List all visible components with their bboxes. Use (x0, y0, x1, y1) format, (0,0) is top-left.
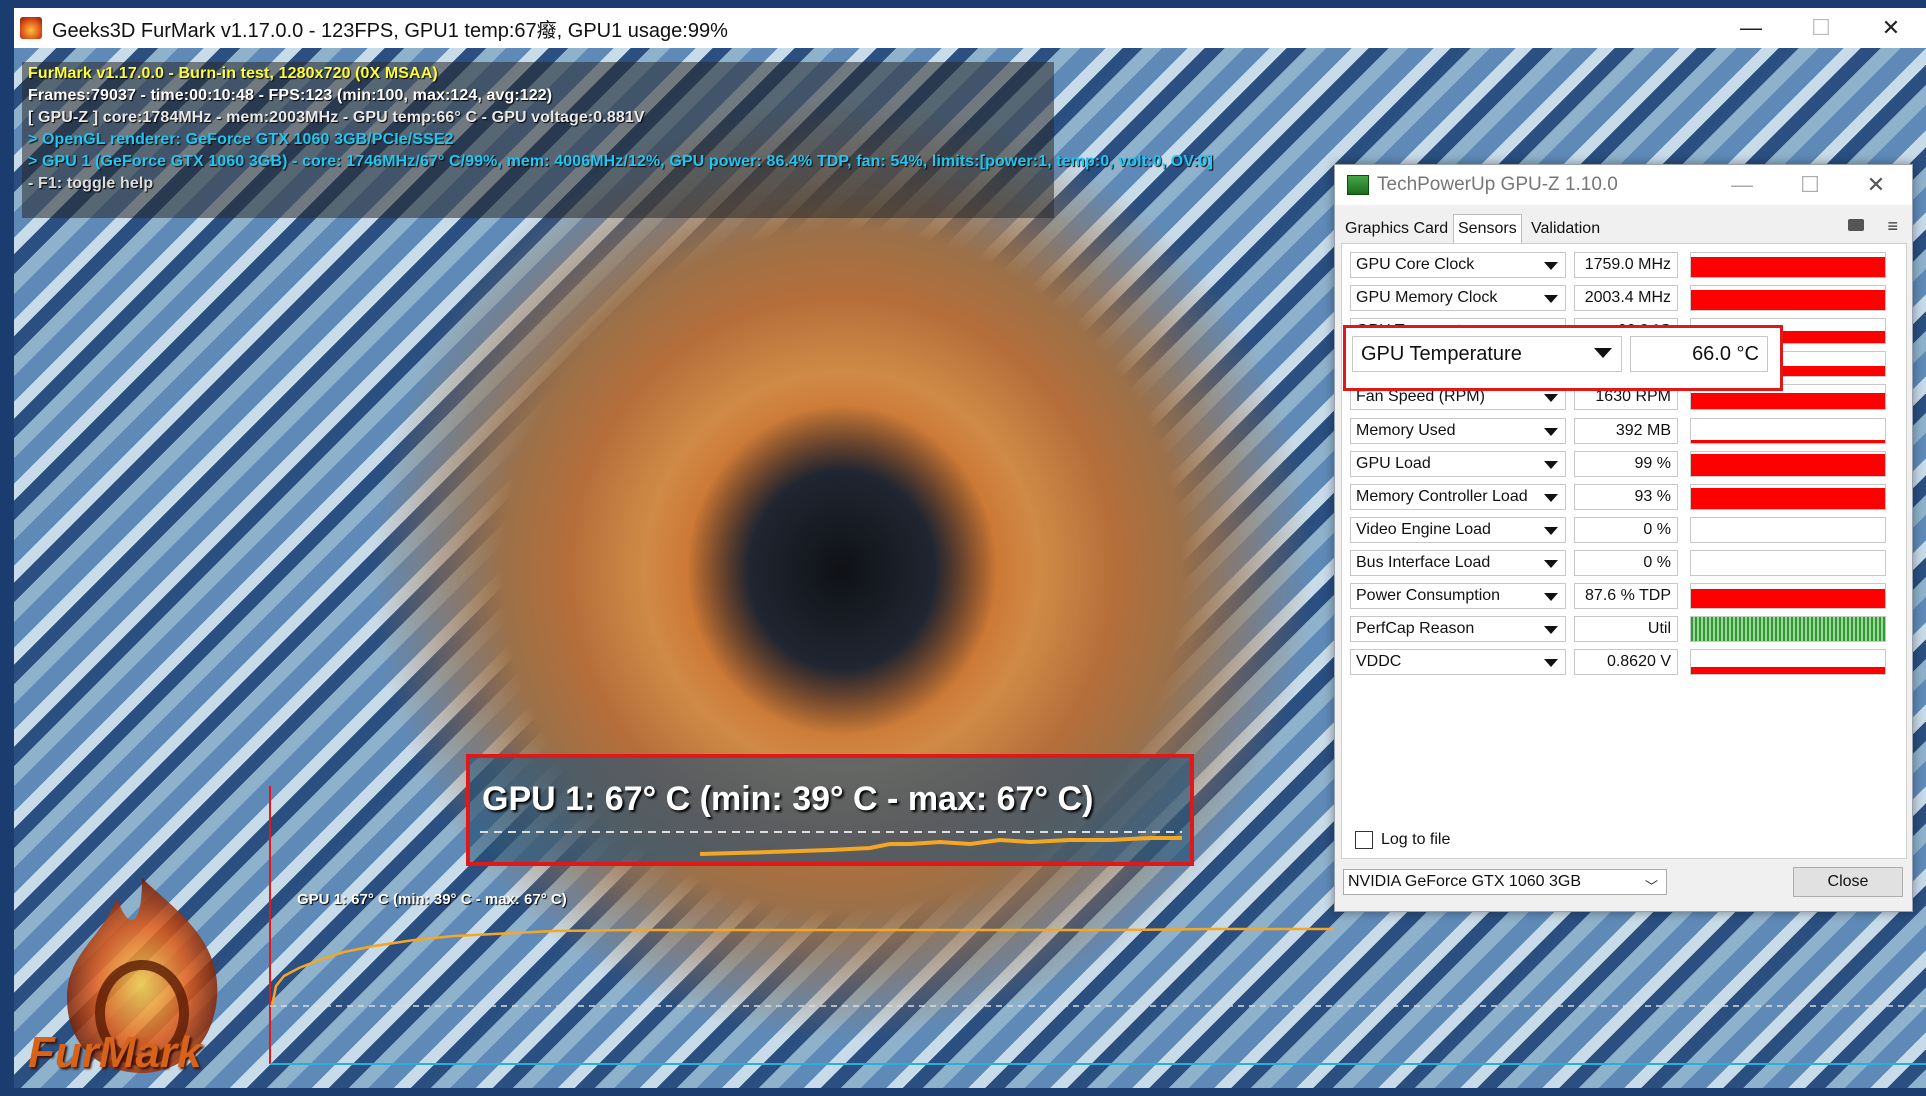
sensor-graph (1690, 649, 1886, 676)
log-to-file-checkbox[interactable] (1355, 831, 1373, 849)
sensor-name-dropdown[interactable]: VDDC (1350, 649, 1566, 676)
tab-graphics-card[interactable]: Graphics Card (1341, 217, 1452, 241)
tab-sensors[interactable]: Sensors (1453, 214, 1522, 243)
sensor-graph-bar (1691, 392, 1885, 410)
gpuz-window: TechPowerUp GPU-Z 1.10.0 — ☐ ✕ Graphics … (1334, 164, 1913, 912)
callout-sensor-value: 66.0 °C (1630, 336, 1768, 372)
chevron-down-icon[interactable] (1544, 626, 1558, 635)
sensor-value: 1759.0 MHz (1574, 252, 1678, 278)
sensor-graph-bar (1691, 256, 1885, 277)
gpu-select-dropdown[interactable]: NVIDIA GeForce GTX 1060 3GB ﹀ (1343, 869, 1667, 895)
sensor-graph (1690, 252, 1886, 278)
sensor-graph (1690, 583, 1886, 609)
chevron-down-icon[interactable] (1544, 593, 1558, 601)
chevron-down-icon[interactable] (1544, 427, 1558, 436)
gpuz-close-window-button[interactable]: ✕ (1840, 165, 1912, 205)
sensor-row: Memory Used 392 MB (1350, 416, 1900, 446)
sensor-graph (1690, 417, 1886, 444)
minimize-button[interactable]: — (1716, 8, 1786, 48)
sensor-graph-bar (1691, 289, 1885, 311)
sensor-row: GPU Memory Clock 2003.4 MHz (1350, 283, 1900, 313)
callout-sensor-name: GPU Temperature (1352, 336, 1622, 372)
sensor-row: GPU Core Clock 1759.0 MHz (1350, 250, 1900, 280)
sensor-graph (1690, 549, 1886, 576)
chevron-down-icon[interactable] (1544, 394, 1558, 403)
sensor-row: VDDC 0.8620 V (1350, 647, 1900, 677)
sensor-name-dropdown[interactable]: Video Engine Load (1350, 516, 1566, 543)
sensor-graph (1690, 516, 1886, 543)
sensor-row: Memory Controller Load 93 % (1350, 482, 1900, 512)
chevron-down-icon[interactable] (1544, 659, 1558, 668)
gpu-temperature-callout: GPU Temperature 66.0 °C (1343, 325, 1783, 391)
chevron-down-icon[interactable] (1544, 460, 1558, 469)
chevron-down-icon: ﹀ (1644, 879, 1658, 894)
sensor-name-dropdown[interactable]: GPU Memory Clock (1350, 285, 1566, 312)
sensor-graph (1690, 450, 1886, 477)
sensor-value: 0 % (1574, 516, 1678, 543)
gpuz-maximize-button[interactable]: ☐ (1774, 165, 1846, 205)
sensor-name-dropdown[interactable]: GPU Load (1350, 450, 1566, 477)
sensor-graph (1690, 616, 1886, 643)
sensor-graph-bar (1691, 588, 1885, 608)
sensor-name-dropdown[interactable]: GPU Core Clock (1350, 252, 1566, 278)
temperature-curve (270, 927, 1334, 1007)
furmark-app-icon (20, 17, 42, 39)
graph-temperature-label: GPU 1: 67° C (min: 39° C - max: 67° C) (297, 891, 567, 908)
gpuz-window-title: TechPowerUp GPU-Z 1.10.0 (1377, 174, 1618, 195)
sensor-graph (1690, 483, 1886, 510)
gpuz-tab-bar: Graphics Card Sensors Validation (1335, 213, 1912, 243)
furmark-titlebar[interactable]: Geeks3D FurMark v1.17.0.0 - 123FPS, GPU1… (14, 8, 1926, 48)
sensor-value: 2003.4 MHz (1574, 285, 1678, 312)
log-to-file-row[interactable]: Log to file (1355, 831, 1450, 849)
tab-validation[interactable]: Validation (1527, 217, 1604, 241)
gpu-select-value: NVIDIA GeForce GTX 1060 3GB (1348, 873, 1581, 890)
sensor-name-dropdown[interactable]: Power Consumption (1350, 583, 1566, 609)
sensor-value: 0.8620 V (1574, 649, 1678, 676)
close-button[interactable]: Close (1793, 867, 1903, 897)
sensor-value: 99 % (1574, 450, 1678, 477)
chevron-down-icon (1594, 348, 1612, 358)
sensor-graph-bar (1691, 440, 1885, 443)
sensor-name-dropdown[interactable]: Bus Interface Load (1350, 549, 1566, 576)
sensor-row: GPU Load 99 % (1350, 449, 1900, 479)
gpuz-minimize-button[interactable]: — (1706, 165, 1778, 205)
maximize-button[interactable]: ☐ (1786, 8, 1856, 48)
sensor-name-dropdown[interactable]: Memory Used (1350, 417, 1566, 444)
sensor-value: 0 % (1574, 549, 1678, 576)
chevron-down-icon[interactable] (1544, 493, 1558, 502)
sensor-value: 392 MB (1574, 417, 1678, 444)
furmark-window-title: Geeks3D FurMark v1.17.0.0 - 123FPS, GPU1… (52, 19, 728, 42)
sensor-row: Video Engine Load 0 % (1350, 515, 1900, 545)
gpuz-titlebar[interactable]: TechPowerUp GPU-Z 1.10.0 — ☐ ✕ (1335, 165, 1912, 205)
sensor-graph-bar (1691, 488, 1885, 509)
chevron-down-icon[interactable] (1544, 295, 1558, 304)
close-window-button[interactable]: ✕ (1856, 8, 1926, 48)
sensor-value: 93 % (1574, 483, 1678, 510)
chevron-down-icon[interactable] (1544, 559, 1558, 568)
gpuz-app-icon (1347, 175, 1369, 195)
sensor-value: 87.6 % TDP (1574, 583, 1678, 609)
chevron-down-icon[interactable] (1544, 526, 1558, 535)
menu-icon[interactable]: ≡ (1887, 216, 1898, 237)
chevron-down-icon[interactable] (1544, 262, 1558, 270)
camera-icon[interactable] (1848, 219, 1864, 231)
log-to-file-label: Log to file (1381, 831, 1451, 848)
sensor-graph-bar (1691, 454, 1885, 476)
sensor-name-dropdown[interactable]: Memory Controller Load (1350, 483, 1566, 510)
zoomed-graph-curve (480, 831, 1182, 856)
sensor-graph-bar (1691, 667, 1885, 675)
zoomed-temperature-callout: GPU 1: 67° C (min: 39° C - max: 67° C) (466, 754, 1194, 866)
sensor-row: Power Consumption 87.6 % TDP (1350, 581, 1900, 611)
sensor-value: Util (1574, 616, 1678, 643)
sensor-graph (1690, 285, 1886, 312)
sensor-row: PerfCap Reason Util (1350, 614, 1900, 644)
sensor-row: Bus Interface Load 0 % (1350, 548, 1900, 578)
sensor-name-dropdown[interactable]: PerfCap Reason (1350, 616, 1566, 643)
